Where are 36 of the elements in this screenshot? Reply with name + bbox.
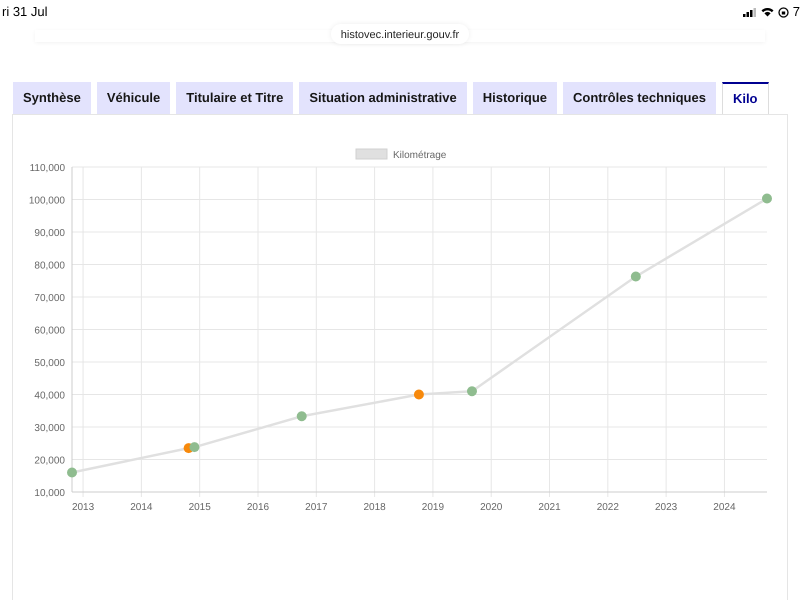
y-tick-label: 30,000: [34, 423, 65, 434]
tab[interactable]: Historique: [472, 82, 558, 114]
wifi-icon: [760, 7, 774, 17]
y-tick-label: 70,000: [34, 293, 65, 304]
url-pill[interactable]: histovec.interieur.gouv.fr: [330, 24, 470, 44]
y-tick-label: 50,000: [34, 358, 65, 369]
status-date: ri 31 Jul: [1, 3, 48, 22]
y-tick-label: 110,000: [30, 163, 65, 174]
x-tick-label: 2024: [713, 502, 736, 513]
x-tick-label: 2014: [130, 502, 152, 513]
x-tick-label: 2020: [480, 502, 502, 513]
x-tick-label: 2015: [188, 502, 211, 513]
y-tick-label: 40,000: [34, 390, 65, 402]
x-tick-label: 2018: [363, 502, 386, 513]
y-tick-label: 100,000: [28, 196, 65, 206]
y-tick-label: 80,000: [34, 260, 65, 272]
x-tick-label: 2013: [72, 502, 94, 513]
y-tick-label: 60,000: [34, 326, 65, 336]
y-tick-label: 90,000: [34, 228, 65, 239]
x-tick-label: 2017: [305, 502, 328, 513]
x-tick-label: 2023: [655, 502, 678, 513]
x-tick-label: 2022: [596, 502, 619, 513]
tab[interactable]: Titulaire et Titre: [176, 82, 294, 114]
y-tick-label: 10,000: [34, 488, 65, 499]
x-tick-label: 2016: [246, 502, 270, 513]
tab[interactable]: Contrôles techniques: [563, 82, 716, 114]
legend-label: Kilométrage: [393, 150, 446, 161]
tab[interactable]: Véhicule: [96, 82, 170, 114]
status-time: 7: [792, 3, 800, 22]
tab[interactable]: Situation administrative: [299, 82, 467, 114]
tab[interactable]: Kilo: [722, 82, 768, 114]
tab[interactable]: Synthèse: [13, 82, 91, 114]
y-tick-label: 20,000: [34, 456, 65, 466]
x-tick-label: 2019: [422, 502, 444, 513]
x-tick-label: 2021: [538, 502, 561, 513]
signal-icon: [742, 8, 757, 16]
